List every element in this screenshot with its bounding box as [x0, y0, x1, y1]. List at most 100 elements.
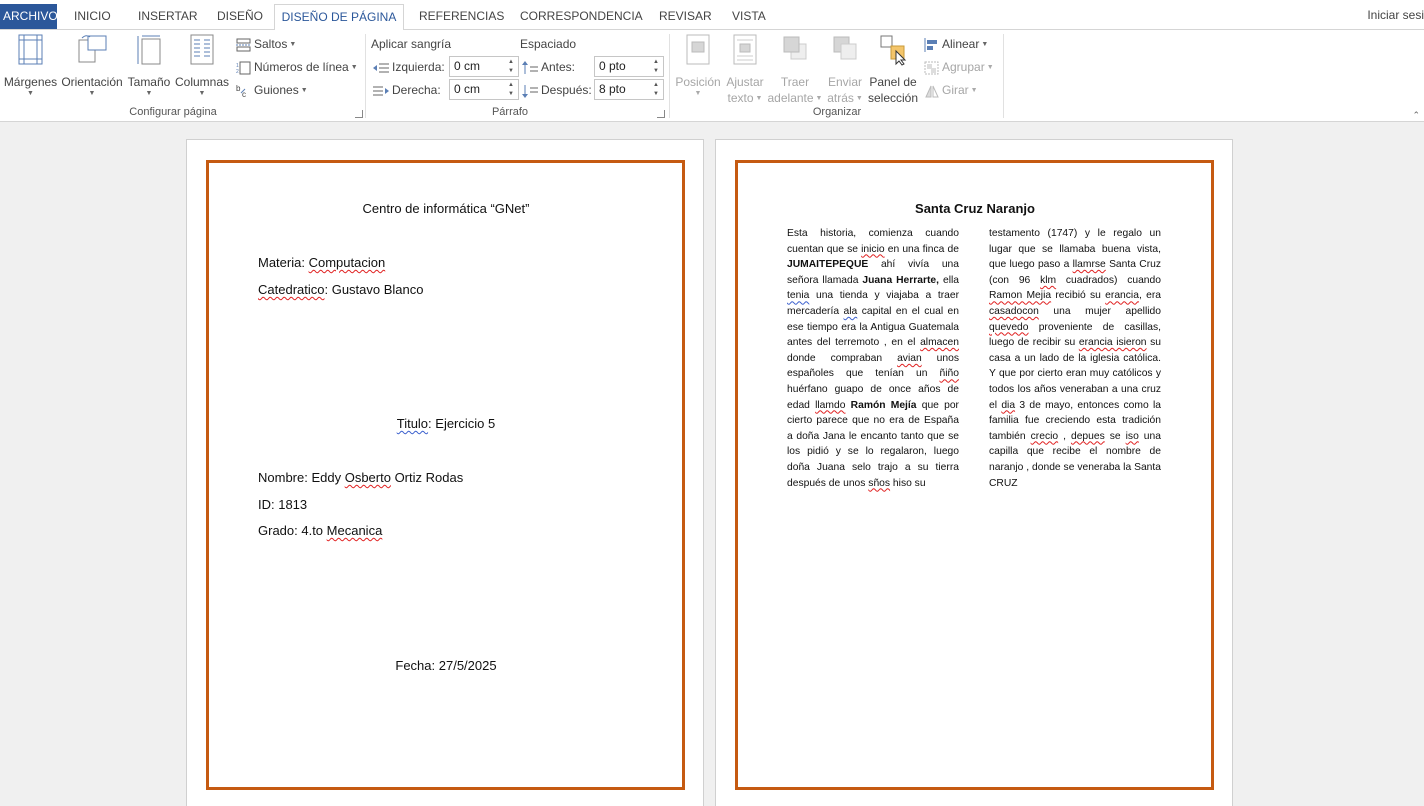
hyphenation-label: Guiones: [254, 83, 299, 97]
name-part-1: Nombre: Eddy: [258, 470, 345, 485]
collapse-ribbon-icon[interactable]: ⌃: [1412, 110, 1420, 121]
wrap-text-button[interactable]: Ajustar texto ▼: [723, 34, 767, 105]
tab-insert[interactable]: INSERTAR: [138, 4, 198, 29]
svg-text:b: b: [236, 84, 241, 93]
indent-left-icon: [373, 63, 389, 73]
rotate-label: Girar: [942, 83, 969, 97]
margins-icon: [18, 34, 42, 65]
spin-up-icon[interactable]: ▲: [507, 81, 515, 90]
group-separator: [1003, 34, 1004, 118]
indent-left-input[interactable]: 0 cm ▲ ▼: [449, 56, 519, 77]
columns-button[interactable]: Columnas ▼: [174, 34, 230, 102]
breaks-button[interactable]: Saltos ▼: [236, 34, 296, 54]
chevron-down-icon: ▼: [694, 90, 702, 97]
selection-pane-button[interactable]: Panel de selección: [867, 34, 919, 105]
title-line: Titulo: Ejercicio 5: [187, 416, 705, 431]
bring-forward-label-line1: Traer: [780, 75, 810, 89]
spacing-before-input[interactable]: 0 pto ▲ ▼: [594, 56, 664, 77]
paragraph-group-label: Párrafo: [491, 106, 529, 118]
spacing-after-label: Después:: [522, 80, 592, 100]
wrap-text-icon: [733, 34, 757, 65]
arrange-group-label: Organizar: [812, 106, 862, 118]
rotate-icon: [925, 85, 939, 98]
subject-value: Computacion: [308, 255, 386, 270]
send-backward-button[interactable]: Enviar atrás ▼: [823, 34, 867, 105]
spacing-after-input[interactable]: 8 pto ▲ ▼: [594, 79, 664, 100]
position-label: Posición: [675, 75, 721, 89]
document-page-1[interactable]: Centro de informática “GNet” Materia: Co…: [186, 139, 704, 806]
chevron-down-icon: ▼: [198, 90, 206, 97]
page1-title: Centro de informática “GNet”: [362, 201, 530, 216]
selection-pane-label-line1: Panel de: [869, 75, 917, 89]
spin-down-icon[interactable]: ▼: [507, 67, 515, 76]
spacing-after-icon: [522, 84, 538, 98]
tab-design[interactable]: DISEÑO: [217, 4, 263, 29]
spacing-before-value: 0 pto: [599, 59, 626, 73]
tab-file[interactable]: ARCHIVO: [0, 4, 58, 29]
tab-references[interactable]: REFERENCIAS: [419, 4, 504, 29]
id-line: ID: 1813: [258, 497, 308, 512]
chevron-down-icon: ▼: [289, 40, 297, 48]
subject-line: Materia: Computacion: [258, 255, 385, 270]
spacing-before-label: Antes:: [522, 57, 575, 77]
hyphenation-icon: bc: [236, 84, 246, 99]
spacing-after-value: 8 pto: [599, 82, 626, 96]
teacher-value: : Gustavo Blanco: [324, 282, 424, 297]
grade-line: Grado: 4.to Mecanica: [258, 523, 382, 538]
group-icon: [924, 61, 939, 75]
columns-icon: [190, 34, 214, 65]
align-button[interactable]: Alinear ▼: [924, 34, 988, 54]
paragraph-launcher-icon[interactable]: [657, 110, 665, 118]
size-button[interactable]: Tamaño ▼: [126, 34, 172, 102]
tab-view[interactable]: VISTA: [732, 4, 766, 29]
send-backward-label-line1: Enviar: [827, 75, 862, 89]
story-column-2: testamento (1747) y le regalo un lugar q…: [989, 228, 1162, 489]
margins-button[interactable]: Márgenes ▼: [3, 34, 58, 102]
spacing-title: Espaciado: [520, 37, 577, 51]
teacher-line: Catedratico: Gustavo Blanco: [258, 282, 423, 297]
grade-part-1: Grado: 4.to: [258, 523, 327, 538]
ribbon-tab-bar: ARCHIVO INICIO INSERTAR DISEÑO DISEÑO DE…: [0, 0, 1424, 30]
document-area: Centro de informática “GNet” Materia: Co…: [0, 122, 1424, 806]
story-column-1: Esta historia, comienza cuando cuentan q…: [787, 228, 959, 489]
page-setup-launcher-icon[interactable]: [355, 110, 363, 118]
wrap-text-label-line1: Ajustar: [726, 75, 764, 89]
position-button[interactable]: Posición ▼: [673, 34, 723, 102]
document-page-2[interactable]: Santa Cruz Naranjo Esta historia, comien…: [715, 139, 1233, 806]
group-label: Agrupar: [942, 60, 985, 74]
chevron-down-icon: ▼: [855, 94, 863, 102]
indent-title: Aplicar sangría: [371, 37, 452, 51]
spacing-before-icon: [522, 60, 538, 74]
name-part-2: Osberto: [344, 470, 391, 485]
send-backward-label-text: atrás: [827, 91, 854, 105]
hyphenation-button[interactable]: b c Guiones ▼: [236, 80, 308, 100]
sign-in-link[interactable]: Iniciar sesi: [1367, 4, 1424, 29]
spin-up-icon[interactable]: ▲: [507, 58, 515, 67]
group-button[interactable]: Agrupar ▼: [924, 57, 994, 77]
rotate-button[interactable]: Girar ▼: [924, 80, 978, 100]
indent-left-label: Izquierda:: [373, 57, 445, 77]
spin-down-icon[interactable]: ▼: [652, 90, 660, 99]
indent-right-input[interactable]: 0 cm ▲ ▼: [449, 79, 519, 100]
orientation-button[interactable]: Orientación ▼: [60, 34, 124, 102]
chevron-down-icon: ▼: [986, 63, 994, 71]
title-label: Titulo: [396, 416, 429, 431]
columns-label: Columnas: [174, 75, 230, 89]
selection-pane-label-line2: selección: [867, 91, 919, 105]
spin-down-icon[interactable]: ▼: [652, 67, 660, 76]
indent-right-value: 0 cm: [454, 82, 481, 96]
tab-page-layout[interactable]: DISEÑO DE PÁGINA: [274, 4, 404, 30]
line-numbers-button[interactable]: 1 2 Números de línea ▼: [236, 57, 358, 77]
spacing-after-text: Después:: [541, 83, 592, 97]
spin-down-icon[interactable]: ▼: [507, 90, 515, 99]
tab-review[interactable]: REVISAR: [659, 4, 712, 29]
bring-forward-button[interactable]: Traer adelante ▼: [767, 34, 823, 105]
tab-home[interactable]: INICIO: [74, 4, 111, 29]
group-separator: [365, 34, 366, 118]
title-value: : Ejercicio 5: [428, 416, 496, 431]
tab-mailings[interactable]: CORRESPONDENCIA: [520, 4, 643, 29]
spin-up-icon[interactable]: ▲: [652, 81, 660, 90]
margins-label: Márgenes: [3, 75, 58, 89]
wrap-text-label-text: texto: [727, 91, 754, 105]
spin-up-icon[interactable]: ▲: [652, 58, 660, 67]
